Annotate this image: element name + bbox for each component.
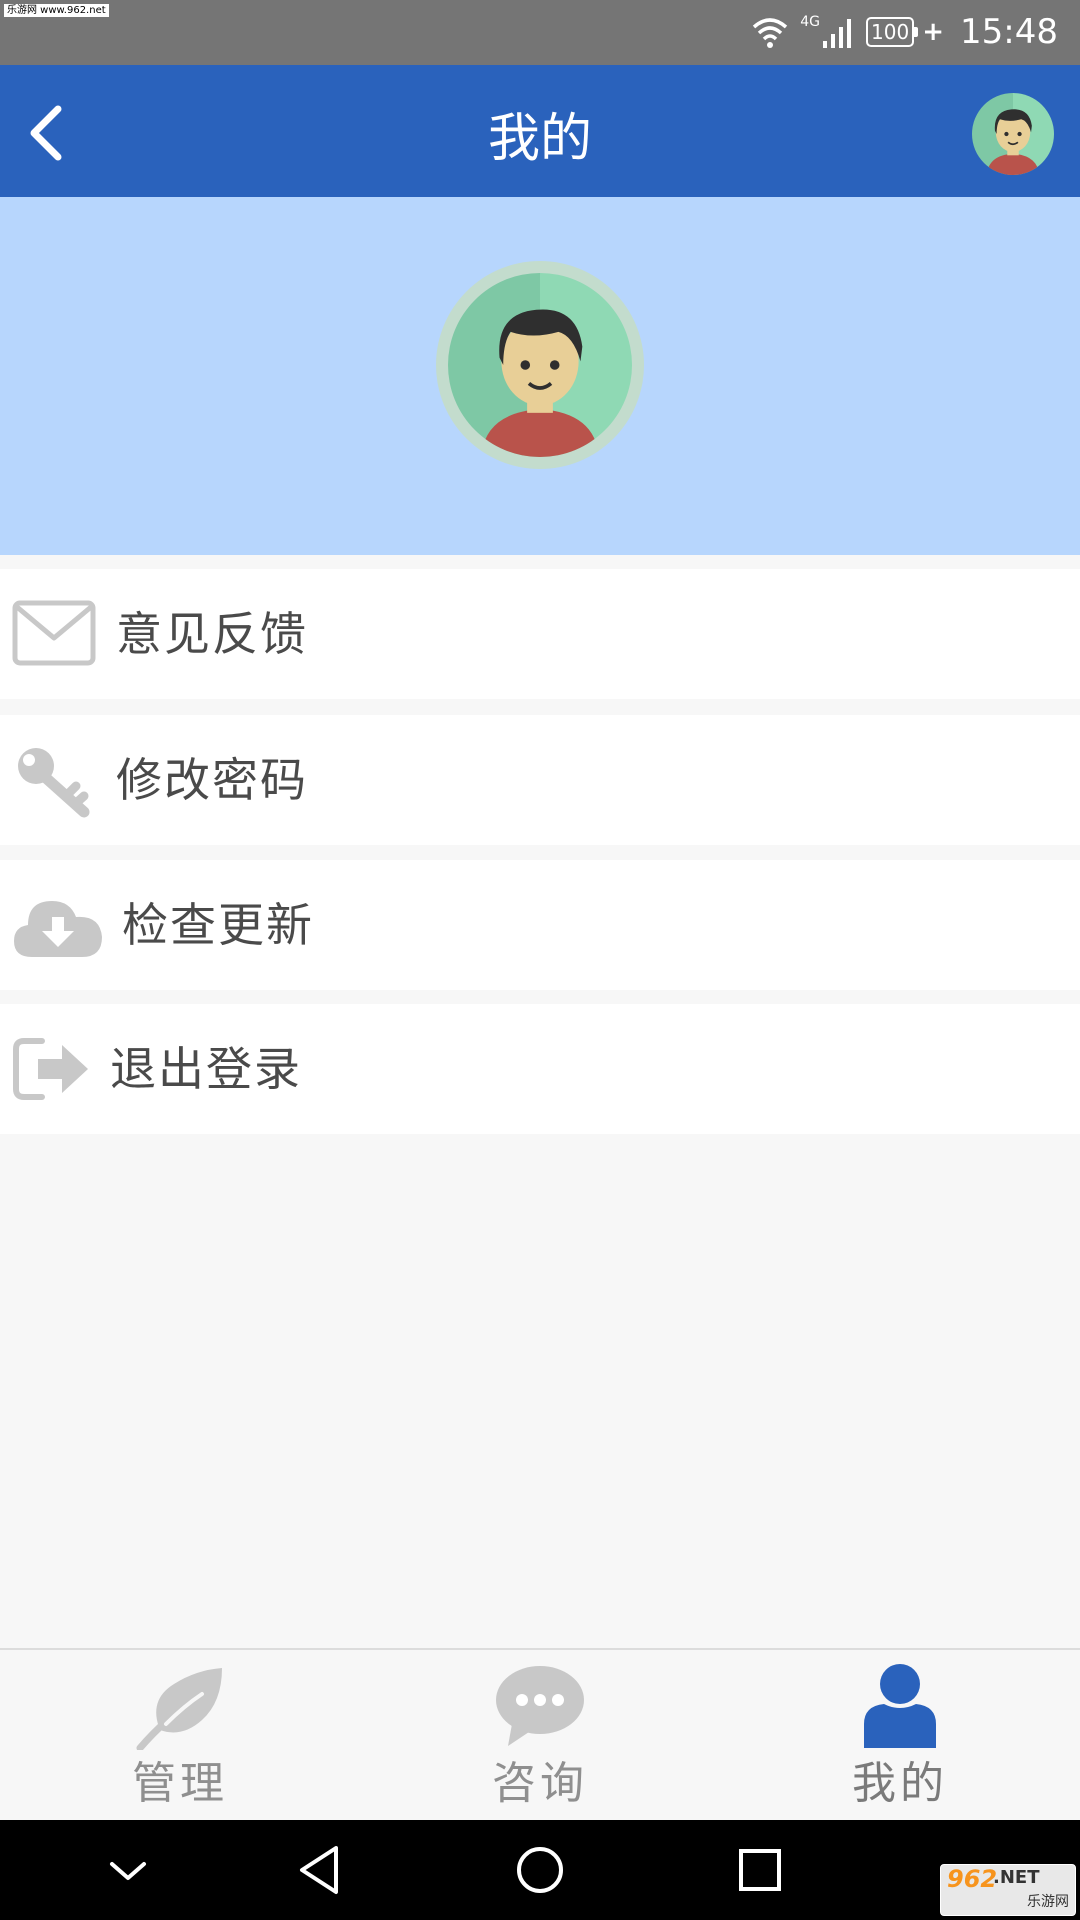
profile-banner xyxy=(0,197,1080,555)
key-icon xyxy=(18,748,90,818)
status-time: 15:48 xyxy=(960,12,1058,52)
charging-icon: + xyxy=(922,17,945,47)
menu-item-logout[interactable]: 退出登录 xyxy=(0,1004,1080,1134)
watermark-sub: 乐游网 xyxy=(1027,1894,1069,1910)
leaf-icon xyxy=(136,1668,222,1750)
menu-item-label: 退出登录 xyxy=(110,1042,302,1096)
screen: 乐游网 www.962.net 4G 100 + 15:48 我的 意见反馈 修… xyxy=(0,0,1080,1920)
menu-item-change-password[interactable]: 修改密码 xyxy=(0,715,1080,845)
page-title: 我的 xyxy=(487,109,592,169)
person-icon xyxy=(864,1664,936,1748)
battery-icon: 100 + xyxy=(866,17,944,47)
tab-label: 管理 xyxy=(132,1758,228,1809)
chevron-down-icon[interactable] xyxy=(98,1840,158,1900)
back-triangle-icon[interactable] xyxy=(290,1840,350,1900)
recent-apps-icon[interactable] xyxy=(730,1840,790,1900)
status-indicators: 4G 100 + 15:48 xyxy=(750,10,1058,54)
cloud-download-icon xyxy=(14,901,102,957)
tab-label: 咨询 xyxy=(492,1758,588,1809)
watermark-logo: 962 .NET 乐游网 xyxy=(940,1864,1076,1916)
user-avatar-icon[interactable] xyxy=(972,93,1054,175)
status-bar: 乐游网 www.962.net 4G 100 + 15:48 xyxy=(0,0,1080,65)
watermark-suffix: .NET xyxy=(993,1867,1040,1888)
menu-item-check-update[interactable]: 检查更新 xyxy=(0,860,1080,990)
watermark-text: 乐游网 www.962.net xyxy=(4,4,109,17)
menu-item-label: 修改密码 xyxy=(116,753,308,807)
app-bar: 我的 xyxy=(0,65,1080,197)
profile-avatar[interactable] xyxy=(436,261,644,469)
tab-manage[interactable]: 管理 xyxy=(0,1650,360,1822)
envelope-icon xyxy=(12,600,96,666)
tab-mine[interactable]: 我的 xyxy=(720,1650,1080,1822)
network-type-label: 4G xyxy=(800,14,821,30)
signal-icon xyxy=(823,19,852,48)
user-avatar-icon xyxy=(448,273,632,457)
watermark-main: 962 xyxy=(947,1865,998,1893)
system-nav-bar: 962 .NET 乐游网 xyxy=(0,1820,1080,1920)
tab-label: 我的 xyxy=(852,1758,948,1809)
logout-icon xyxy=(13,1038,88,1100)
menu-item-feedback[interactable]: 意见反馈 xyxy=(0,569,1080,699)
battery-level: 100 xyxy=(866,17,915,47)
wifi-icon xyxy=(753,18,788,48)
menu-item-label: 检查更新 xyxy=(122,898,314,952)
home-circle-icon[interactable] xyxy=(510,1840,570,1900)
bottom-nav: 管理 咨询 我的 xyxy=(0,1648,1080,1822)
chat-bubble-icon xyxy=(496,1666,584,1746)
menu-item-label: 意见反馈 xyxy=(116,607,308,661)
tab-consult[interactable]: 咨询 xyxy=(360,1650,720,1822)
